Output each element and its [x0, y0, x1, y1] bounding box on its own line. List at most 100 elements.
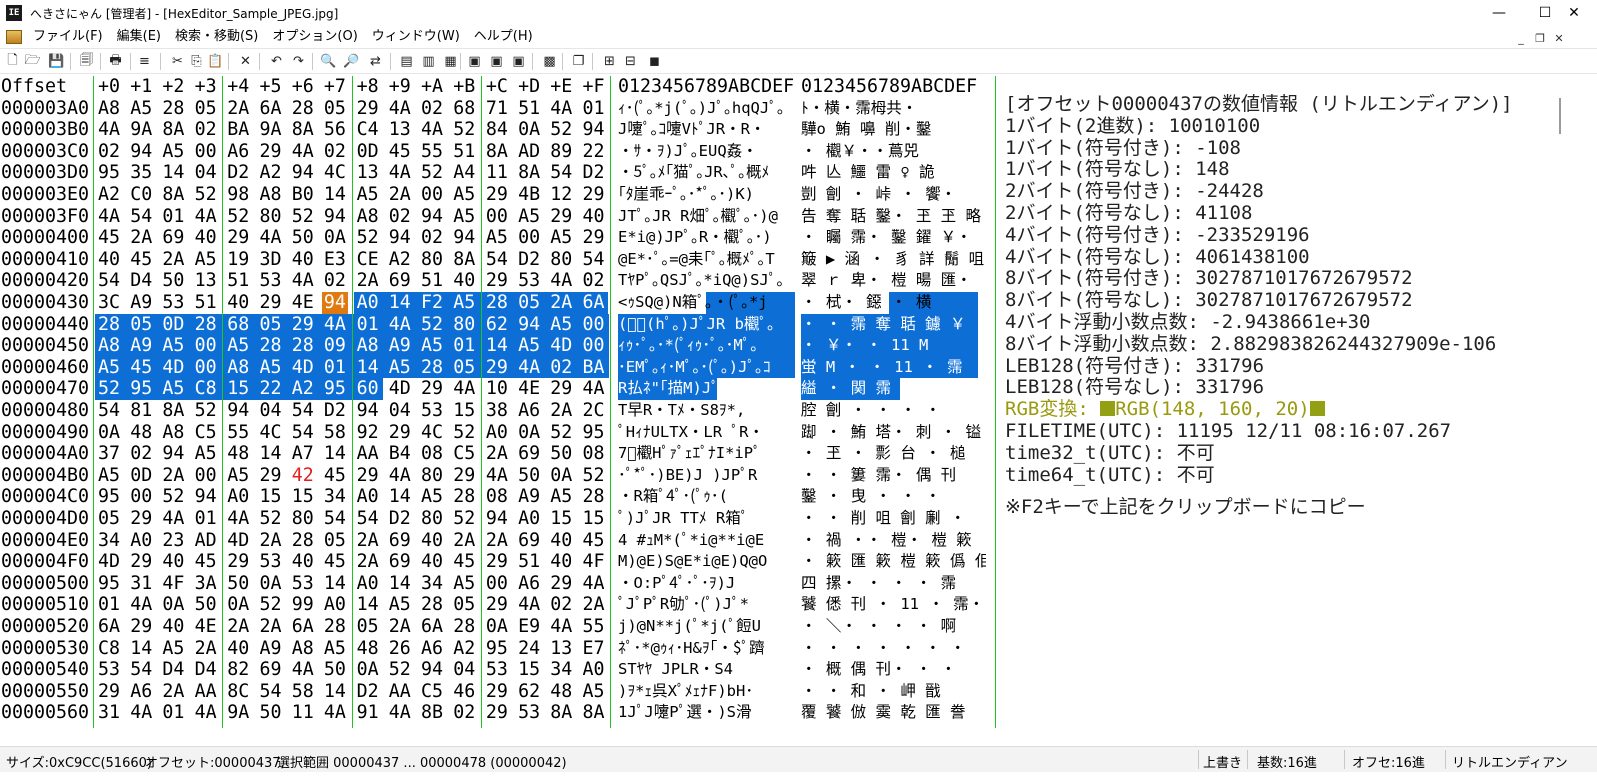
- hex-byte-cell[interactable]: 52: [389, 659, 411, 681]
- hex-byte-cell[interactable]: 37: [98, 443, 120, 465]
- hex-byte-cell[interactable]: 4A: [518, 594, 540, 616]
- hex-byte-cell[interactable]: C0: [130, 184, 152, 206]
- mdi-restore-button[interactable]: ❐: [1531, 30, 1549, 46]
- mdi-minimize-button[interactable]: _: [1512, 30, 1530, 46]
- hex-byte-cell[interactable]: 4A: [324, 702, 346, 724]
- hex-byte-cell[interactable]: 13: [550, 638, 572, 660]
- hex-byte-cell[interactable]: A2: [292, 378, 314, 400]
- hex-byte-cell[interactable]: 28: [583, 486, 605, 508]
- text-view-cell-2[interactable]: 覆 饕 倣 霙 乾 匯 誊: [801, 702, 986, 724]
- text-view-cell[interactable]: E*i@)JPﾟ｡R・欟ﾟ｡･): [618, 227, 796, 249]
- hex-byte-cell[interactable]: 53: [518, 702, 540, 724]
- hex-byte-cell[interactable]: 28: [292, 335, 314, 357]
- hex-byte-cell[interactable]: 04: [389, 400, 411, 422]
- text-view-cell[interactable]: STﾔﾔ JPLR・S4: [618, 659, 796, 681]
- text-view-cell-2[interactable]: ・ ＼・ ・ ・ ・ 啊: [801, 616, 986, 638]
- hex-byte-cell[interactable]: 50: [518, 465, 540, 487]
- hex-byte-cell[interactable]: 0A: [162, 594, 184, 616]
- list-icon[interactable]: ≡: [136, 53, 153, 70]
- text-view-cell[interactable]: ﾟHｨﾅULTX・LR ﾟR・: [618, 422, 796, 444]
- hex-byte-cell[interactable]: 01: [357, 314, 379, 336]
- hex-byte-cell[interactable]: 53: [98, 659, 120, 681]
- hex-byte-cell[interactable]: 04: [260, 400, 282, 422]
- hex-byte-cell[interactable]: 94: [195, 486, 217, 508]
- hex-byte-cell[interactable]: 54: [583, 249, 605, 271]
- hex-byte-cell[interactable]: 8B: [421, 702, 443, 724]
- hex-byte-cell[interactable]: 28: [421, 594, 443, 616]
- hex-byte-cell[interactable]: 4A: [550, 270, 572, 292]
- hex-byte-cell[interactable]: 2A: [162, 681, 184, 703]
- hex-byte-cell[interactable]: 50: [260, 702, 282, 724]
- hex-byte-cell[interactable]: 14: [389, 486, 411, 508]
- hex-byte-cell[interactable]: 31: [130, 573, 152, 595]
- hex-byte-cell[interactable]: 54: [98, 400, 120, 422]
- hex-byte-cell[interactable]: A8: [292, 638, 314, 660]
- hex-byte-cell[interactable]: 14: [260, 443, 282, 465]
- print-icon[interactable]: 🖶: [107, 53, 124, 70]
- hex-byte-cell[interactable]: 52: [357, 227, 379, 249]
- hex-byte-cell[interactable]: 15: [453, 400, 475, 422]
- hex-byte-cell[interactable]: 02: [421, 227, 443, 249]
- open-folder-icon[interactable]: 🗁: [24, 53, 41, 70]
- hex-byte-cell[interactable]: 9A: [260, 119, 282, 141]
- hex-byte-cell[interactable]: 40: [550, 530, 572, 552]
- hex-byte-cell[interactable]: 4A: [195, 702, 217, 724]
- hex-byte-cell[interactable]: 95: [98, 486, 120, 508]
- hex-byte-cell[interactable]: 50: [550, 443, 572, 465]
- hex-byte-cell[interactable]: C8: [195, 378, 217, 400]
- hex-byte-cell[interactable]: 01: [324, 357, 346, 379]
- hex-byte-cell[interactable]: A5: [162, 335, 184, 357]
- hex-byte-cell[interactable]: 94: [486, 508, 508, 530]
- hex-byte-cell[interactable]: 0D: [357, 141, 379, 163]
- hex-byte-cell[interactable]: 50: [227, 573, 249, 595]
- hex-byte-cell[interactable]: 34: [421, 573, 443, 595]
- hex-byte-cell[interactable]: AA: [389, 681, 411, 703]
- hex-byte-cell[interactable]: 69: [389, 270, 411, 292]
- text-view-cell[interactable]: ・O:Pﾟ4ﾟ･ﾟ･ｦ)J: [618, 573, 796, 595]
- hex-byte-cell[interactable]: 40: [292, 551, 314, 573]
- hex-byte-cell[interactable]: 52: [195, 184, 217, 206]
- hex-byte-cell[interactable]: 15: [518, 659, 540, 681]
- hex-byte-cell[interactable]: 80: [260, 206, 282, 228]
- hex-byte-cell[interactable]: A8: [357, 335, 379, 357]
- hex-byte-cell[interactable]: 53: [260, 270, 282, 292]
- hex-byte-cell[interactable]: 50: [162, 270, 184, 292]
- hex-byte-cell[interactable]: 2A: [550, 400, 572, 422]
- text-view-cell-2[interactable]: ・ 禍 ・・ 榿・ 榿 簌: [801, 530, 986, 552]
- hex-byte-cell[interactable]: 60: [357, 378, 379, 400]
- hex-byte-cell[interactable]: 71: [486, 98, 508, 120]
- text-view-cell[interactable]: TﾔPﾟ｡QSJﾟ｡*iQ@)SJﾟ｡: [618, 270, 796, 292]
- hex-byte-cell[interactable]: 4C: [421, 422, 443, 444]
- hex-byte-cell[interactable]: 45: [389, 141, 411, 163]
- hex-byte-cell[interactable]: BA: [227, 119, 249, 141]
- hex-byte-cell[interactable]: 54: [98, 270, 120, 292]
- hex-byte-cell[interactable]: 4A: [130, 702, 152, 724]
- hex-byte-cell[interactable]: 8A: [162, 184, 184, 206]
- hex-byte-cell[interactable]: 05: [98, 508, 120, 530]
- hex-byte-cell[interactable]: 00: [195, 141, 217, 163]
- hex-byte-cell[interactable]: 4D: [292, 357, 314, 379]
- hex-byte-cell[interactable]: 8A: [486, 141, 508, 163]
- hex-byte-cell[interactable]: 4A: [453, 378, 475, 400]
- text-view-cell[interactable]: ・5ﾟ｡ﾒ｢猫ﾟ｡JR､ﾟ｡概ﾒ: [618, 162, 796, 184]
- close-button[interactable]: ✕: [1551, 0, 1597, 26]
- hex-byte-cell[interactable]: 98: [227, 184, 249, 206]
- hex-byte-cell[interactable]: 29: [130, 551, 152, 573]
- hex-byte-cell[interactable]: 02: [195, 119, 217, 141]
- hex-byte-cell[interactable]: 01: [162, 702, 184, 724]
- hex-byte-cell[interactable]: 28: [292, 98, 314, 120]
- hex-byte-cell[interactable]: A4: [453, 162, 475, 184]
- grid-3-icon[interactable]: ◼: [646, 53, 663, 70]
- hex-byte-cell[interactable]: 4A: [98, 119, 120, 141]
- replace-icon[interactable]: ⇄: [367, 53, 384, 70]
- hex-byte-cell[interactable]: 4C: [324, 162, 346, 184]
- hex-byte-cell[interactable]: 52: [453, 422, 475, 444]
- text-view-cell-2[interactable]: 翠 ｒ 卑・ 榿 暘 匯・: [801, 270, 986, 292]
- properties-icon[interactable]: 🗐: [78, 53, 95, 70]
- hex-byte-cell[interactable]: 24: [518, 638, 540, 660]
- hex-byte-cell[interactable]: 8A: [162, 400, 184, 422]
- hex-byte-cell[interactable]: 29: [421, 378, 443, 400]
- hex-byte-cell[interactable]: 48: [550, 681, 572, 703]
- hex-byte-cell[interactable]: 51: [518, 551, 540, 573]
- copy-icon[interactable]: ⎘: [188, 53, 205, 70]
